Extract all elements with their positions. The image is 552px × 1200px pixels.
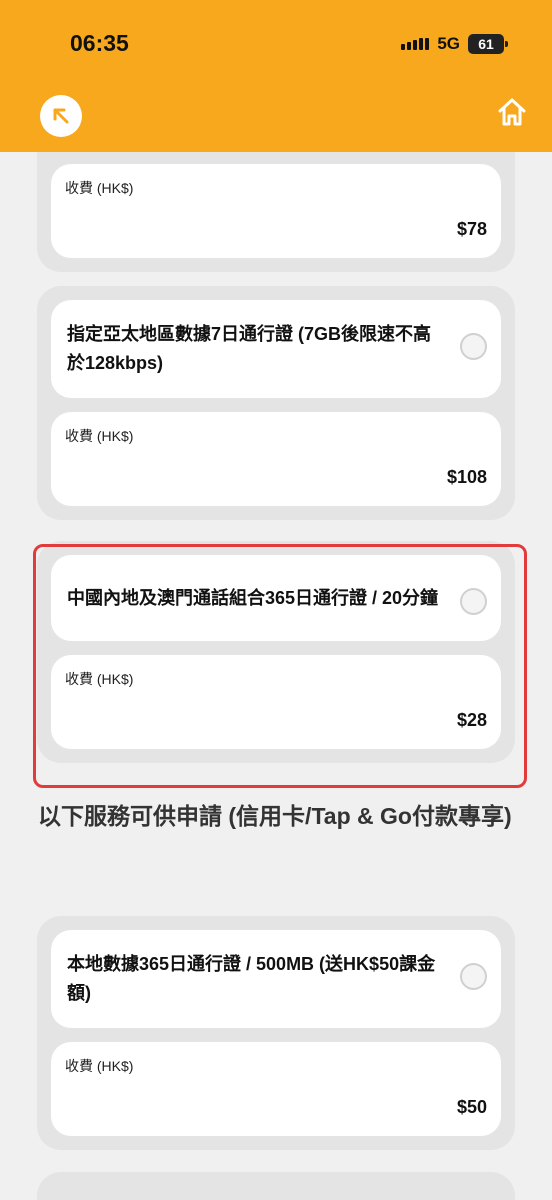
fee-value: $108	[446, 467, 487, 487]
plan-group: 指定亞太地區數據7日通行證 (7GB後限速不高於128kbps) 收費 (HK$…	[37, 286, 515, 520]
battery-level: 61	[478, 36, 494, 52]
signal-icon	[401, 38, 430, 50]
home-icon[interactable]	[496, 96, 528, 128]
fee-card: 收費 (HK$) $28	[51, 655, 501, 749]
fee-label: 收費 (HK$)	[65, 180, 134, 196]
plan-title: 中國內地及澳門通話組合365日通行證 / 20分鐘	[67, 587, 439, 608]
fee-label: 收費 (HK$)	[65, 671, 134, 687]
arrow-up-left-icon	[53, 108, 69, 124]
section-heading: 以下服務可供申請 (信用卡/Tap & Go付款專享)	[38, 803, 512, 829]
fee-label: 收費 (HK$)	[65, 428, 134, 444]
fee-value: $28	[456, 710, 487, 730]
app-header: 06:35 5G 61	[0, 0, 552, 152]
plan-group: 中國內地及澳門通話組合365日通行證 / 20分鐘 收費 (HK$) $28	[37, 541, 515, 763]
battery-icon: 61	[468, 34, 508, 54]
back-button[interactable]	[40, 95, 82, 137]
fee-label: 收費 (HK$)	[65, 1058, 134, 1074]
status-time: 06:35	[70, 30, 129, 56]
status-indicators: 5G 61	[401, 34, 508, 54]
fee-card: 收費 (HK$) $78	[51, 164, 501, 258]
fee-value: $78	[456, 219, 487, 239]
plan-title: 指定亞太地區數據7日通行證 (7GB後限速不高於128kbps)	[67, 324, 432, 373]
plan-radio[interactable]	[460, 333, 487, 360]
plan-radio[interactable]	[460, 963, 487, 990]
fee-value: $50	[456, 1097, 487, 1117]
fee-card: 收費 (HK$) $108	[51, 412, 501, 506]
plan-option[interactable]: 指定亞太地區數據7日通行證 (7GB後限速不高於128kbps)	[51, 300, 501, 398]
plan-option[interactable]: 本地數據365日通行證 / 500MB (送HK$50課金額)	[51, 930, 501, 1028]
network-type: 5G	[437, 34, 460, 53]
fee-card: 收費 (HK$) $50	[51, 1042, 501, 1136]
plan-list: 收費 (HK$) $78 指定亞太地區數據7日通行證 (7GB後限速不高於128…	[0, 152, 552, 1200]
plan-option[interactable]: 中國內地及澳門通話組合365日通行證 / 20分鐘	[51, 555, 501, 641]
plan-group: 收費 (HK$) $78	[37, 152, 515, 272]
plan-title: 本地數據365日通行證 / 500MB (送HK$50課金額)	[67, 954, 436, 1003]
plan-group	[37, 1172, 515, 1200]
plan-group: 本地數據365日通行證 / 500MB (送HK$50課金額) 收費 (HK$)…	[37, 916, 515, 1150]
plan-radio[interactable]	[460, 588, 487, 615]
